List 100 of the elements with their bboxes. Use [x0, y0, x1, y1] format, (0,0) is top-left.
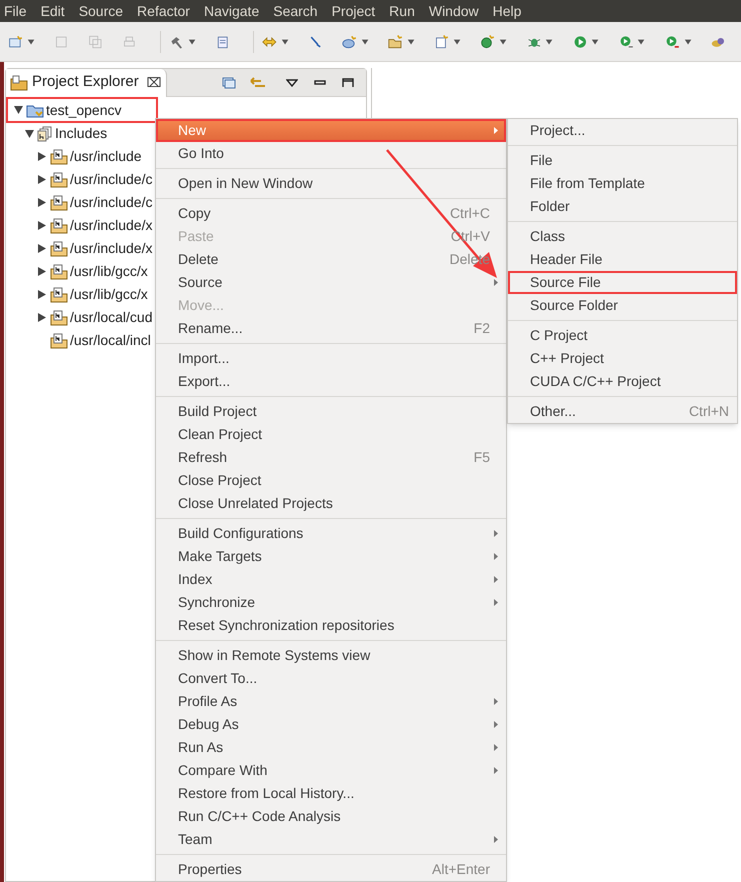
include-folder-icon [50, 172, 68, 188]
menu-bar-item[interactable]: File [4, 0, 27, 22]
submenu-arrow-icon [494, 744, 498, 751]
refresh-icon[interactable] [480, 32, 495, 50]
tree-item[interactable]: /usr/lib/gcc/x [70, 284, 148, 305]
menu-bar-item[interactable]: Edit [40, 0, 65, 22]
includes-icon [37, 126, 53, 142]
menu-item[interactable]: Properties Alt+Enter [156, 858, 506, 881]
menu-item[interactable]: Other... Ctrl+N [508, 400, 737, 423]
menu-item[interactable]: Source [156, 271, 506, 294]
collapsed-triangle-icon[interactable] [38, 267, 46, 276]
menu-item[interactable]: Compare With [156, 759, 506, 782]
tree-item[interactable]: /usr/include/x [70, 215, 152, 236]
new-file-icon[interactable] [434, 32, 449, 50]
collapsed-triangle-icon[interactable] [38, 198, 46, 207]
menu-item[interactable]: C++ Project [508, 347, 737, 370]
dropdown-caret-icon[interactable] [280, 38, 289, 44]
menu-item[interactable]: Source File [508, 271, 737, 294]
menu-item[interactable]: Make Targets [156, 545, 506, 568]
menu-item[interactable]: CUDA C/C++ Project [508, 370, 737, 393]
menu-item[interactable]: Source Folder [508, 294, 737, 317]
tab-title: Project Explorer [32, 72, 139, 92]
menu-item[interactable]: Import... [156, 347, 506, 370]
menu-item[interactable]: Header File [508, 248, 737, 271]
tree-item[interactable]: Includes [55, 123, 108, 144]
menu-item[interactable]: Team [156, 828, 506, 851]
menu-bar-item[interactable]: Project [332, 0, 376, 22]
tree-item[interactable]: /usr/include/c [70, 192, 152, 213]
menu-item[interactable]: Copy Ctrl+C [156, 202, 506, 225]
collapsed-triangle-icon[interactable] [38, 290, 46, 299]
menu-item[interactable]: Reset Synchronization repositories [156, 614, 506, 637]
menu-item[interactable]: Rename... F2 [156, 317, 506, 340]
menu-item[interactable]: Build Project [156, 400, 506, 423]
include-folder-icon [50, 218, 68, 234]
collapsed-triangle-icon[interactable] [38, 244, 46, 253]
menu-item[interactable]: Index [156, 568, 506, 591]
dropdown-caret-icon[interactable] [637, 38, 646, 44]
menu-item[interactable]: File [508, 149, 737, 172]
dropdown-caret-icon[interactable] [188, 38, 196, 44]
tree-item[interactable]: test_opencv [46, 100, 122, 120]
menu-item[interactable]: Synchronize [156, 591, 506, 614]
menu-item[interactable]: Run As [156, 736, 506, 759]
collapsed-triangle-icon[interactable] [38, 152, 46, 161]
menu-item[interactable]: Project... [508, 119, 737, 142]
dropdown-caret-icon[interactable] [26, 38, 35, 44]
menu-item[interactable]: Restore from Local History... [156, 782, 506, 805]
menu-bar-item[interactable]: Help [492, 0, 522, 22]
menu-item[interactable]: Debug As [156, 713, 506, 736]
view-menu-icon[interactable] [286, 78, 298, 86]
menu-bar-item[interactable]: Source [78, 0, 124, 22]
dropdown-caret-icon[interactable] [545, 38, 554, 44]
tree-item[interactable]: /usr/include/c [70, 169, 152, 190]
menu-bar-item[interactable]: Navigate [204, 0, 260, 22]
collapsed-triangle-icon[interactable] [38, 221, 46, 230]
dropdown-caret-icon[interactable] [591, 38, 600, 44]
menu-item[interactable]: Convert To... [156, 667, 506, 690]
close-icon[interactable]: ⌧ [146, 72, 162, 92]
menu-item[interactable]: Show in Remote Systems view [156, 644, 506, 667]
collapsed-triangle-icon[interactable] [38, 313, 46, 322]
tree-item[interactable]: /usr/include [70, 146, 142, 167]
menu-item[interactable]: Open in New Window [156, 172, 506, 195]
menu-item[interactable]: Clean Project [156, 423, 506, 446]
include-folder-icon [50, 240, 68, 256]
collapse-all-icon[interactable] [222, 76, 236, 88]
menu-item[interactable]: Profile As [156, 690, 506, 713]
dropdown-caret-icon[interactable] [360, 38, 369, 44]
menu-item[interactable]: Build Configurations [156, 522, 506, 545]
dropdown-caret-icon[interactable] [406, 38, 415, 44]
menu-item[interactable]: File from Template [508, 172, 737, 195]
menu-item[interactable]: Class [508, 225, 737, 248]
minimize-icon[interactable] [314, 80, 326, 86]
menu-bar-item[interactable]: Run [389, 0, 415, 22]
menu-item[interactable]: Run C/C++ Code Analysis [156, 805, 506, 828]
menu-item[interactable]: Close Project [156, 469, 506, 492]
dropdown-caret-icon[interactable] [452, 38, 461, 44]
submenu-arrow-icon [494, 599, 498, 606]
maximize-icon[interactable] [342, 78, 354, 88]
include-folder-icon [50, 332, 68, 348]
menu-item[interactable]: Export... [156, 370, 506, 393]
menu-item[interactable]: C Project [508, 324, 737, 347]
menu-bar-item[interactable]: Refactor [137, 0, 190, 22]
expanded-triangle-icon[interactable] [24, 130, 34, 138]
tree-item[interactable]: /usr/include/x [70, 238, 152, 259]
tree-item[interactable]: /usr/local/cud [70, 307, 152, 328]
dropdown-caret-icon[interactable] [499, 38, 508, 44]
menu-item[interactable]: Close Unrelated Projects [156, 492, 506, 515]
menu-bar-item[interactable]: Search [273, 0, 318, 22]
tree-item[interactable]: /usr/lib/gcc/x [70, 261, 148, 282]
new-folder-icon[interactable] [388, 32, 403, 50]
tree-item[interactable]: /usr/local/incl [70, 330, 151, 351]
menu-item[interactable]: Folder [508, 195, 737, 218]
dropdown-caret-icon[interactable] [684, 38, 692, 44]
project-explorer-tab[interactable]: Project Explorer ⌧ [6, 68, 167, 96]
collapsed-triangle-icon[interactable] [38, 175, 46, 184]
menu-item[interactable]: Go Into [156, 142, 506, 165]
submenu-arrow-icon [494, 279, 498, 286]
menu-bar-item[interactable]: Window [428, 0, 479, 22]
expanded-triangle-icon[interactable] [14, 106, 22, 114]
submenu-arrow-icon [494, 767, 498, 774]
menu-item[interactable]: Refresh F5 [156, 446, 506, 469]
